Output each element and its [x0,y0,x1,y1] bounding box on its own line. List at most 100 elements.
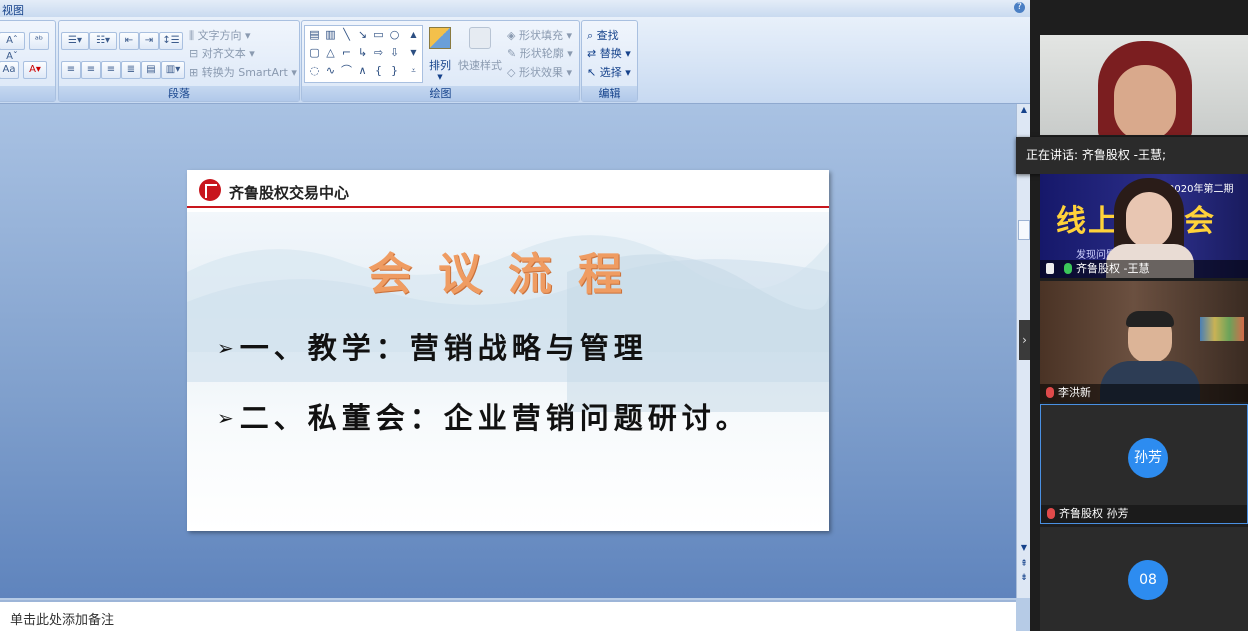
participant-tile-08[interactable]: 08 [1040,527,1248,631]
collapse-panel-icon[interactable]: › [1019,320,1030,360]
shape-outline-label: 形状轮廓 [519,47,564,60]
drawing-group-label: 绘图 [302,86,579,101]
shapes-gallery[interactable]: ▤ ▥ ╲ ↘ ▭ ○ ▢ △ ⌐ ↳ ⇨ ⇩ ◌ ∿ ⌒ ∧ { } ▲ ▼ [304,25,423,83]
bullets-icon[interactable]: ☰▾ [61,32,89,50]
replace-button[interactable]: ⇄ 替换 ▾ [587,45,631,61]
right-brace-shape-icon[interactable]: } [389,65,400,76]
scroll-thumb[interactable] [1018,220,1030,240]
font-color-icon[interactable]: A▾ [23,61,47,79]
bullet-item-1: ➢ 一、教学：营销战略与管理 [217,325,648,367]
select-button[interactable]: ↖ 选择 ▾ [587,64,631,80]
numbering-icon[interactable]: ☷▾ [89,32,117,50]
editing-group-label: 编辑 [582,86,637,101]
distributed-icon[interactable]: ▤ [141,61,161,79]
triangle-shape-icon[interactable]: △ [325,47,336,58]
shape-outline-button[interactable]: ✎ 形状轮廓 ▾ [507,45,573,61]
arc-shape-icon[interactable]: ⌒ [341,65,352,76]
bullet-item-2: ➢ 二、私董会：企业营销问题研讨。 [217,395,750,437]
font-size-icon[interactable]: Aˆ Aˇ [0,32,25,62]
participant-tile-video-top[interactable] [1040,35,1248,135]
quick-styles-icon [469,27,491,49]
previous-slide-icon[interactable]: ⇞ [1018,558,1030,570]
gallery-up-icon[interactable]: ▲ [408,29,419,40]
select-label: 选择 [599,66,622,79]
participant-face [1114,65,1176,135]
rounded-rect-shape-icon[interactable]: ▢ [309,47,320,58]
tab-view[interactable]: 视图 [2,2,24,18]
next-slide-icon[interactable]: ⇟ [1018,572,1030,584]
paragraph-group: ☰▾ ☷▾ ⇤ ⇥ ↕☰ ≡ ≡ ≡ ≣ ▤ ▥▾ ⫼ 文字方向 ▾ ⊟ 对齐文… [58,20,300,102]
org-logo [199,179,221,201]
participant-tile-lihongxin[interactable]: 李洪新 [1040,281,1248,402]
notes-placeholder: 单击此处添加备注 [10,613,115,628]
clear-format-icon[interactable]: ᵃᵇ [29,32,49,50]
rectangle-shape-icon[interactable]: ▭ [373,29,384,40]
align-right-icon[interactable]: ≡ [101,61,121,79]
drawing-group: ▤ ▥ ╲ ↘ ▭ ○ ▢ △ ⌐ ↳ ⇨ ⇩ ◌ ∿ ⌒ ∧ { } ▲ ▼ [301,20,580,102]
replace-label: 替换 [599,47,622,60]
arrange-dropdown-icon: ▼ [437,73,443,81]
notes-pane[interactable]: 单击此处添加备注 [0,600,1016,631]
bullet-text-2: 二、私董会：企业营销问题研讨。 [239,401,750,435]
scroll-down-icon[interactable]: ▼ [1018,542,1030,554]
help-icon[interactable]: ? [1014,2,1025,13]
justify-icon[interactable]: ≣ [121,61,141,79]
avatar: 08 [1128,560,1168,600]
gallery-down-icon[interactable]: ▼ [408,47,419,58]
ribbon-tab-bar: 视图 ? [0,0,1030,18]
find-button[interactable]: ⌕ 查找 [587,27,619,43]
find-label: 查找 [596,29,619,42]
slide-canvas: 齐鲁股权交易中心 会议流程 ➢ 一、教学：营销战略与管理 ➢ 二、私董会：企业营销问… [0,104,1016,598]
left-brace-shape-icon[interactable]: { [373,65,384,76]
elbow-connector-shape-icon[interactable]: ⌐ [341,47,352,58]
header-divider [187,206,829,208]
align-text-label: 对齐文本 [201,47,246,60]
elbow-arrow-shape-icon[interactable]: ↳ [357,47,368,58]
participant-tile-sunfang[interactable]: 孙芳 齐鲁股权 孙芳 [1040,404,1248,524]
decrease-indent-icon[interactable]: ⇤ [119,32,139,50]
columns-icon[interactable]: ▥▾ [161,61,185,79]
gallery-more-icon[interactable]: ⩡ [408,65,419,76]
shape-fill-label: 形状填充 [518,29,563,42]
line-spacing-icon[interactable]: ↕☰ [159,32,183,50]
oval-shape-icon[interactable]: ○ [389,29,400,40]
line-shape-icon[interactable]: ╲ [341,29,352,40]
shape-fill-button[interactable]: ◈ 形状填充 ▾ [507,27,572,43]
quick-styles-button[interactable]: 快速样式 [458,25,502,81]
slide[interactable]: 齐鲁股权交易中心 会议流程 ➢ 一、教学：营销战略与管理 ➢ 二、私董会：企业营销问… [187,170,829,531]
participant-name: 齐鲁股权 -王慧 [1076,262,1150,275]
curve-shape-icon[interactable]: ∿ [325,65,336,76]
vertical-textbox-shape-icon[interactable]: ▥ [325,29,336,40]
arrow-line-shape-icon[interactable]: ↘ [357,29,368,40]
ribbon: Aˆ Aˇ ᵃᵇ Aa A▾ ☰▾ ☷▾ ⇤ ⇥ ↕☰ ≡ ≡ ≡ ≣ ▤ ▥▾… [0,17,1030,104]
participant-name: 李洪新 [1058,386,1091,399]
align-text-button[interactable]: ⊟ 对齐文本 ▾ [189,45,255,61]
powerpoint-window: 视图 ? Aˆ Aˇ ᵃᵇ Aa A▾ ☰▾ ☷▾ ⇤ ⇥ ↕☰ ≡ ≡ ≡ ≣… [0,0,1030,631]
bullet-text-1: 一、教学：营销战略与管理 [239,331,648,365]
arrange-button[interactable]: 排列 ▼ [426,25,454,81]
textbox-shape-icon[interactable]: ▤ [309,29,320,40]
scroll-up-icon[interactable]: ▲ [1018,104,1030,116]
shape-effects-label: 形状效果 [518,66,563,79]
align-center-icon[interactable]: ≡ [81,61,101,79]
change-case-icon[interactable]: Aa [0,61,19,79]
convert-smartart-button[interactable]: ⊞ 转换为 SmartArt ▾ [189,64,297,80]
editing-group: ⌕ 查找 ⇄ 替换 ▾ ↖ 选择 ▾ 编辑 [581,20,638,102]
participant-tile-wanghui[interactable]: 2020年第二期 线上私董会 发现问题 解决问题 齐鲁股权 -王慧 [1040,174,1248,278]
text-direction-button[interactable]: ⫼ 文字方向 ▾ [189,27,251,43]
paragraph-group-label: 段落 [59,86,299,101]
mic-muted-icon [1047,508,1055,519]
scribble-shape-icon[interactable]: ∧ [357,65,368,76]
down-arrow-shape-icon[interactable]: ⇩ [389,47,400,58]
org-name: 齐鲁股权交易中心 [229,184,350,202]
increase-indent-icon[interactable]: ⇥ [139,32,159,50]
shape-effects-button[interactable]: ◇ 形状效果 ▾ [507,64,572,80]
participant-name-bar: 齐鲁股权 孙芳 [1041,505,1247,523]
align-left-icon[interactable]: ≡ [61,61,81,79]
font-group: Aˆ Aˇ ᵃᵇ Aa A▾ [0,20,56,102]
convert-smartart-label: 转换为 SmartArt [201,66,288,79]
quick-styles-label: 快速样式 [458,59,502,72]
right-arrow-shape-icon[interactable]: ⇨ [373,47,384,58]
freeform-shape-icon[interactable]: ◌ [309,65,320,76]
avatar: 孙芳 [1128,438,1168,478]
